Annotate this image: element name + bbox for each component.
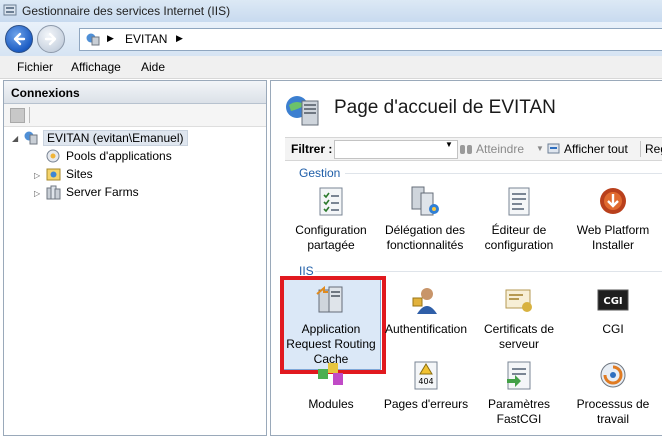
menu-aide[interactable]: Aide <box>141 60 165 74</box>
title-bar: Gestionnaire des services Internet (IIS) <box>0 0 662 23</box>
feature-label: Délégation des fonctionnalités <box>384 223 466 252</box>
iis-app-icon <box>3 4 17 16</box>
window-title: Gestionnaire des services Internet (IIS) <box>22 4 231 18</box>
feature-label: Web Platform Installer <box>576 223 650 252</box>
back-button[interactable] <box>5 25 33 53</box>
connections-pane: Connexions ◢ EVITAN (evitan\Emanuel) Poo… <box>3 80 267 436</box>
goto-dropdown-icon[interactable]: ▼ <box>536 144 544 153</box>
feature-cgi[interactable]: CGI CGI <box>567 284 659 337</box>
feature-label: Configuration partagée <box>295 223 367 252</box>
feature-web-platform-installer[interactable]: Web Platform Installer <box>567 185 659 253</box>
connect-icon[interactable] <box>10 108 25 123</box>
feature-label: Certificats de serveur <box>483 322 555 351</box>
connections-header: Connexions <box>4 81 266 104</box>
cgi-icon: CGI <box>597 289 629 311</box>
feature-delegation-icon <box>411 186 439 216</box>
breadcrumb-server[interactable]: EVITAN <box>125 32 167 46</box>
feature-config-editor[interactable]: Éditeur de configuration <box>473 185 565 253</box>
server-certificates-icon <box>505 289 532 312</box>
modules-icon <box>318 363 343 385</box>
dropdown-arrow-icon[interactable]: ▼ <box>445 140 453 149</box>
tree-item-server-farms[interactable]: Server Farms <box>66 185 139 199</box>
feature-delegation[interactable]: Délégation des fonctionnalités <box>379 185 471 253</box>
page-title: Page d'accueil de EVITAN <box>334 97 556 118</box>
breadcrumb-arrow-icon[interactable]: ▶ <box>107 33 114 44</box>
feature-authentication[interactable]: Authentification <box>380 284 472 337</box>
error-pages-icon: 404 <box>414 361 438 390</box>
tree-item-sites[interactable]: Sites <box>66 167 93 181</box>
forward-arrow-icon <box>44 32 57 46</box>
goto-button[interactable]: Atteindre <box>476 142 524 156</box>
feature-fastcgi[interactable]: Paramètres FastCGI <box>473 359 565 427</box>
address-bar[interactable]: ▶ EVITAN ▶ <box>79 28 662 51</box>
feature-shared-config[interactable]: Configuration partagée <box>285 185 377 253</box>
feature-label: Pages d'erreurs <box>383 397 469 411</box>
feature-label: Modules <box>308 397 354 411</box>
server-farms-icon <box>46 185 61 200</box>
connections-toolbar <box>4 104 266 127</box>
toolbar-divider <box>29 107 30 123</box>
feature-worker-processes[interactable]: Processus de travail <box>567 359 659 427</box>
filter-divider <box>640 141 641 157</box>
group-divider <box>345 173 662 174</box>
shared-config-icon <box>319 187 343 216</box>
collapse-arrow-icon[interactable]: ◢ <box>12 134 18 143</box>
show-all-icon <box>547 143 560 154</box>
menu-affichage[interactable]: Affichage <box>71 60 121 74</box>
filter-input[interactable] <box>334 140 458 159</box>
menu-bar: Fichier Affichage Aide <box>0 56 662 79</box>
filter-label: Filtrer : <box>291 142 333 156</box>
expand-arrow-icon[interactable]: ▷ <box>34 189 40 198</box>
authentication-icon <box>412 288 437 314</box>
feature-label: Authentification <box>384 322 468 336</box>
filter-bar: Filtrer : ▼ Atteindre ▼ Afficher tout Re… <box>285 137 662 161</box>
navigation-bar: ▶ EVITAN ▶ <box>0 22 662 57</box>
svg-text:404: 404 <box>418 377 433 386</box>
expand-arrow-icon[interactable]: ▷ <box>34 171 40 180</box>
tree-item-server[interactable]: EVITAN (evitan\Emanuel) <box>43 130 188 146</box>
feature-label: Paramètres FastCGI <box>487 397 551 426</box>
group-by-button[interactable]: Reg <box>645 142 662 156</box>
worker-process-icon <box>600 362 626 388</box>
feature-label: Éditeur de configuration <box>484 223 554 252</box>
server-icon <box>24 131 38 145</box>
config-editor-icon <box>508 187 530 216</box>
app-pools-icon <box>46 149 60 163</box>
group-header-gestion: Gestion <box>299 166 341 180</box>
feature-server-certificates[interactable]: Certificats de serveur <box>473 284 565 352</box>
feature-modules[interactable]: Modules <box>285 359 377 412</box>
connections-header-label: Connexions <box>11 86 80 100</box>
group-divider <box>315 271 662 272</box>
fastcgi-icon <box>507 361 531 390</box>
back-arrow-icon <box>13 32 26 46</box>
breadcrumb-arrow-icon[interactable]: ▶ <box>176 33 183 44</box>
svg-text:CGI: CGI <box>603 296 622 307</box>
feature-label: Processus de travail <box>576 397 650 426</box>
show-all-button[interactable]: Afficher tout <box>564 142 628 156</box>
server-icon <box>86 33 100 46</box>
feature-label: CGI <box>602 322 624 336</box>
menu-fichier[interactable]: Fichier <box>17 60 53 74</box>
sites-icon <box>46 168 61 181</box>
web-platform-installer-icon <box>600 188 626 214</box>
tree-item-app-pools[interactable]: Pools d'applications <box>66 149 172 163</box>
server-home-icon <box>286 96 319 126</box>
feature-error-pages[interactable]: 404 Pages d'erreurs <box>380 359 472 412</box>
forward-button[interactable] <box>37 25 65 53</box>
binoculars-icon <box>460 145 472 154</box>
